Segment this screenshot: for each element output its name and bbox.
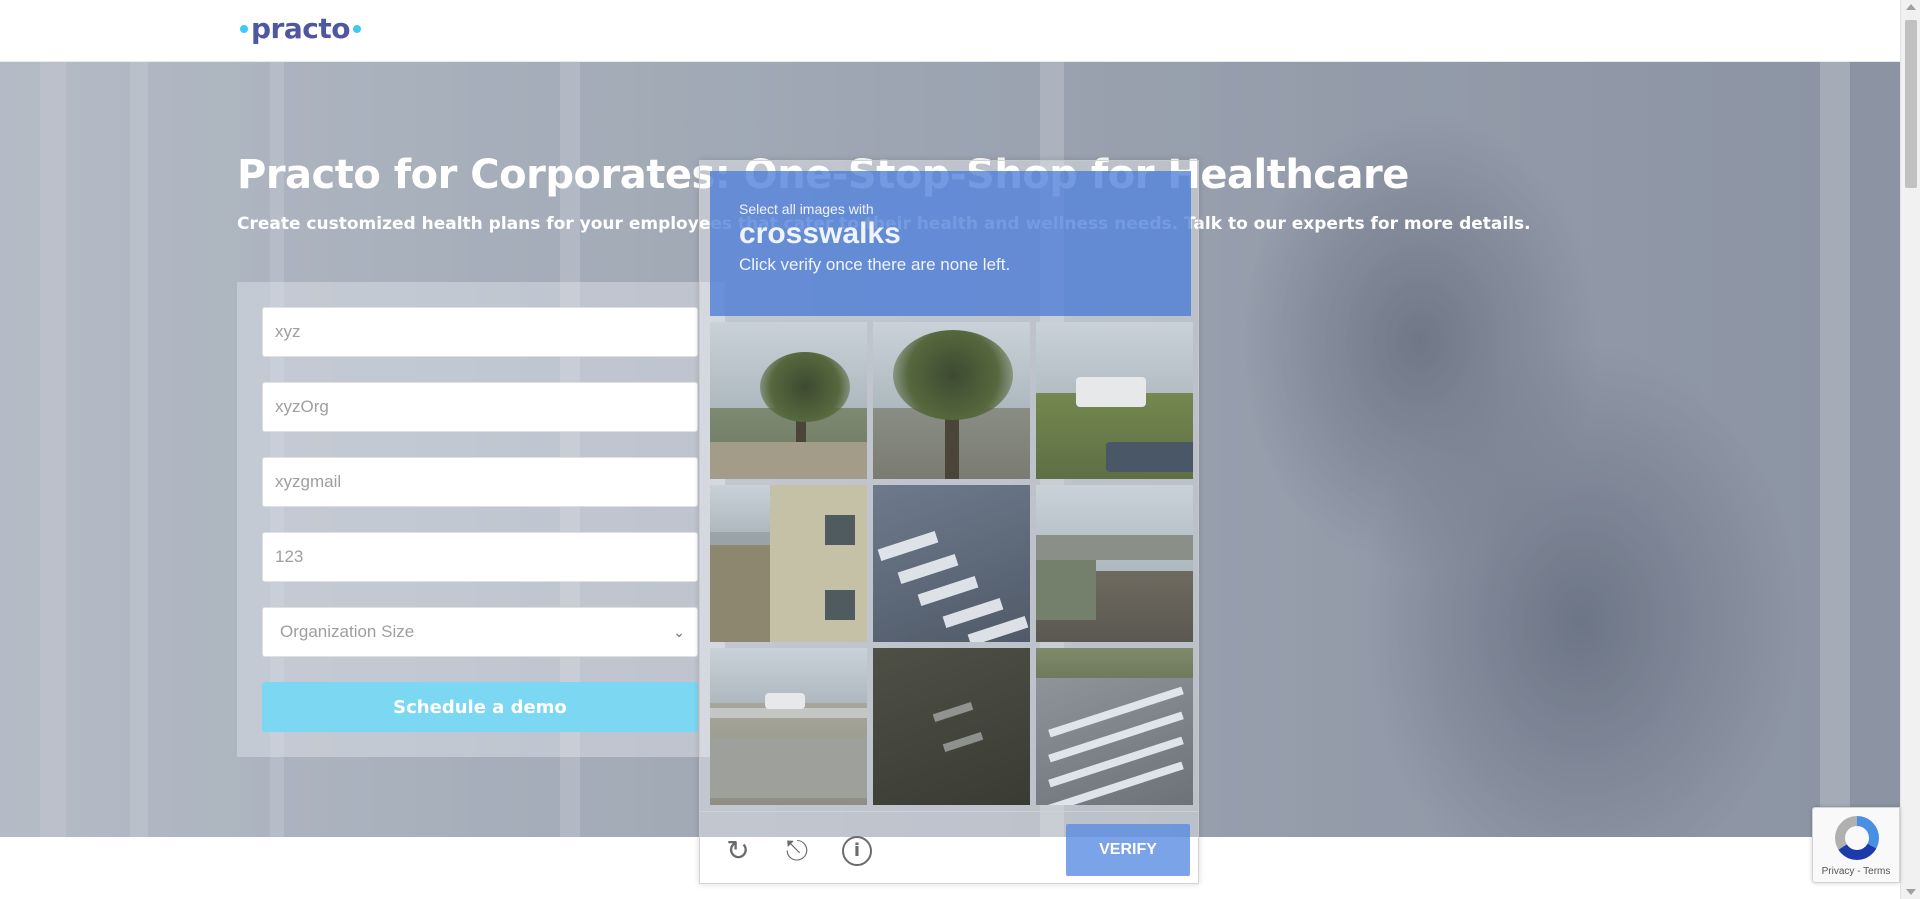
captcha-tile[interactable] bbox=[873, 648, 1030, 805]
captcha-footer: ↻ ⎋ i VERIFY bbox=[700, 811, 1198, 883]
captcha-tile[interactable] bbox=[873, 322, 1030, 479]
captcha-tile[interactable] bbox=[873, 485, 1030, 642]
captcha-image-grid bbox=[710, 322, 1194, 806]
captcha-instruction: Select all images with bbox=[739, 201, 874, 217]
scroll-thumb[interactable] bbox=[1905, 20, 1917, 188]
page-scrollbar[interactable] bbox=[1900, 0, 1920, 899]
audio-icon[interactable]: ⎋ bbox=[782, 836, 812, 866]
captcha-target: crosswalks bbox=[739, 217, 901, 250]
verify-button[interactable]: VERIFY bbox=[1066, 824, 1190, 876]
recaptcha-badge[interactable]: Privacy - Terms bbox=[1812, 807, 1900, 883]
reload-icon[interactable]: ↻ bbox=[723, 836, 753, 866]
scroll-up-arrow-icon[interactable] bbox=[1906, 4, 1916, 10]
recaptcha-logo-icon bbox=[1835, 816, 1879, 860]
captcha-tile[interactable] bbox=[710, 322, 867, 479]
captcha-challenge: Select all images with crosswalks Click … bbox=[699, 160, 1199, 884]
captcha-tile[interactable] bbox=[710, 485, 867, 642]
captcha-tile[interactable] bbox=[1036, 322, 1193, 479]
info-icon[interactable]: i bbox=[842, 836, 872, 866]
captcha-header: Select all images with crosswalks Click … bbox=[710, 171, 1191, 316]
captcha-tile[interactable] bbox=[710, 648, 867, 805]
captcha-tile[interactable] bbox=[1036, 485, 1193, 642]
scroll-down-arrow-icon[interactable] bbox=[1906, 889, 1916, 895]
recaptcha-privacy-terms[interactable]: Privacy - Terms bbox=[1813, 866, 1899, 877]
captcha-tile[interactable] bbox=[1036, 648, 1193, 805]
captcha-sub-instruction: Click verify once there are none left. bbox=[739, 255, 1011, 274]
